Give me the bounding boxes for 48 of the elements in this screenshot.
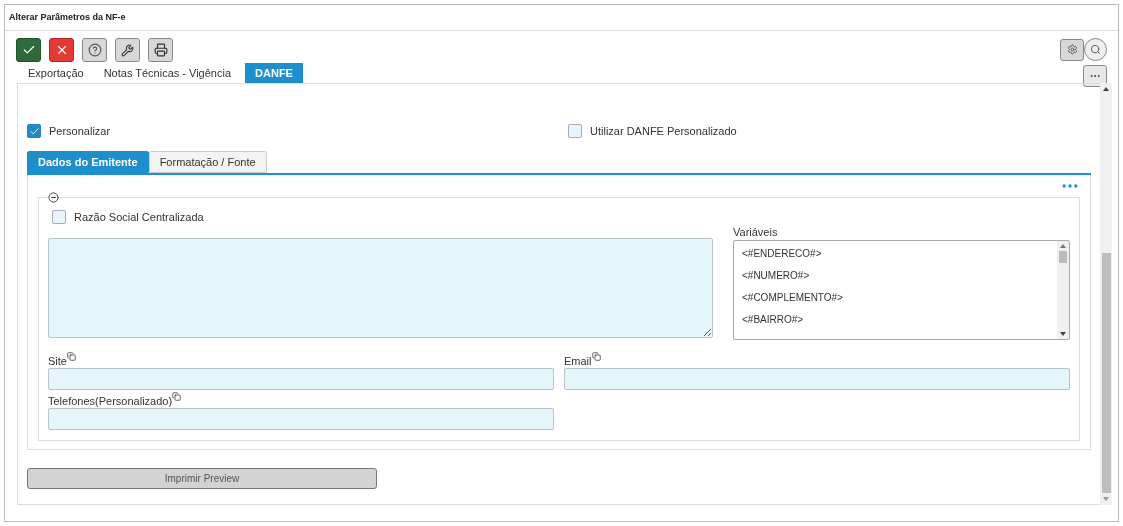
scrollbar[interactable]	[1100, 83, 1112, 505]
variables-label: Variáveis	[733, 224, 779, 240]
tab[interactable]: Formatação / Fonte	[148, 151, 267, 173]
toolbar-button[interactable]	[16, 38, 41, 62]
checkbox[interactable]	[568, 124, 582, 138]
field-label: Site	[48, 353, 67, 368]
copy-icon[interactable]	[66, 351, 76, 361]
search-button[interactable]	[1084, 38, 1107, 61]
check-icon	[21, 43, 36, 57]
scroll-down-icon[interactable]	[1060, 331, 1066, 336]
input-field[interactable]	[48, 367, 554, 390]
search-icon	[1090, 44, 1101, 55]
checkbox[interactable]	[52, 210, 66, 225]
toolbar-button[interactable]	[148, 38, 173, 62]
list-item[interactable]: <#ENDERECO#>	[742, 245, 1057, 261]
scroll-up-icon[interactable]	[1060, 243, 1066, 248]
settings-icon	[1066, 44, 1078, 55]
window-title: Alterar Parâmetros da NF-e	[9, 10, 126, 24]
field-label: Telefones(Personalizado)	[48, 393, 173, 408]
tab[interactable]: Dados do Emitente	[27, 151, 149, 173]
scrollbar[interactable]	[1057, 240, 1069, 339]
help-icon	[87, 43, 102, 57]
scroll-thumb[interactable]	[1059, 250, 1067, 263]
scroll-up-icon[interactable]	[1103, 87, 1109, 91]
list-item[interactable]: <#BAIRRO#>	[742, 311, 1057, 327]
tab[interactable]: DANFE	[245, 63, 303, 83]
input-field[interactable]	[564, 367, 1070, 390]
toolbar-button[interactable]	[49, 38, 74, 62]
field-label: Email	[564, 353, 592, 368]
toolbar-button[interactable]	[82, 38, 107, 62]
checkbox-label: Razão Social Centralizada	[74, 210, 204, 225]
collapse-button[interactable]	[48, 192, 60, 203]
copy-icon[interactable]	[172, 391, 182, 401]
tab[interactable]: Exportação	[22, 63, 90, 83]
list-item[interactable]: <#NUMERO#>	[742, 267, 1057, 283]
scroll-thumb[interactable]	[1101, 253, 1111, 493]
checkbox-label: Utilizar DANFE Personalizado	[590, 123, 737, 139]
list-item[interactable]: <#COMPLEMENTO#>	[742, 289, 1057, 305]
print-preview-button[interactable]: Imprimir Preview	[27, 467, 377, 489]
input-field[interactable]	[48, 407, 554, 430]
checkbox-label: Personalizar	[49, 123, 111, 139]
printer-icon	[153, 43, 168, 57]
wrench-icon	[121, 43, 134, 57]
tab[interactable]: Notas Técnicas - Vigência	[97, 63, 238, 83]
toolbar-button[interactable]	[115, 38, 140, 62]
checkbox[interactable]	[27, 124, 41, 138]
copy-icon[interactable]	[591, 351, 601, 361]
settings-button[interactable]	[1060, 38, 1084, 61]
